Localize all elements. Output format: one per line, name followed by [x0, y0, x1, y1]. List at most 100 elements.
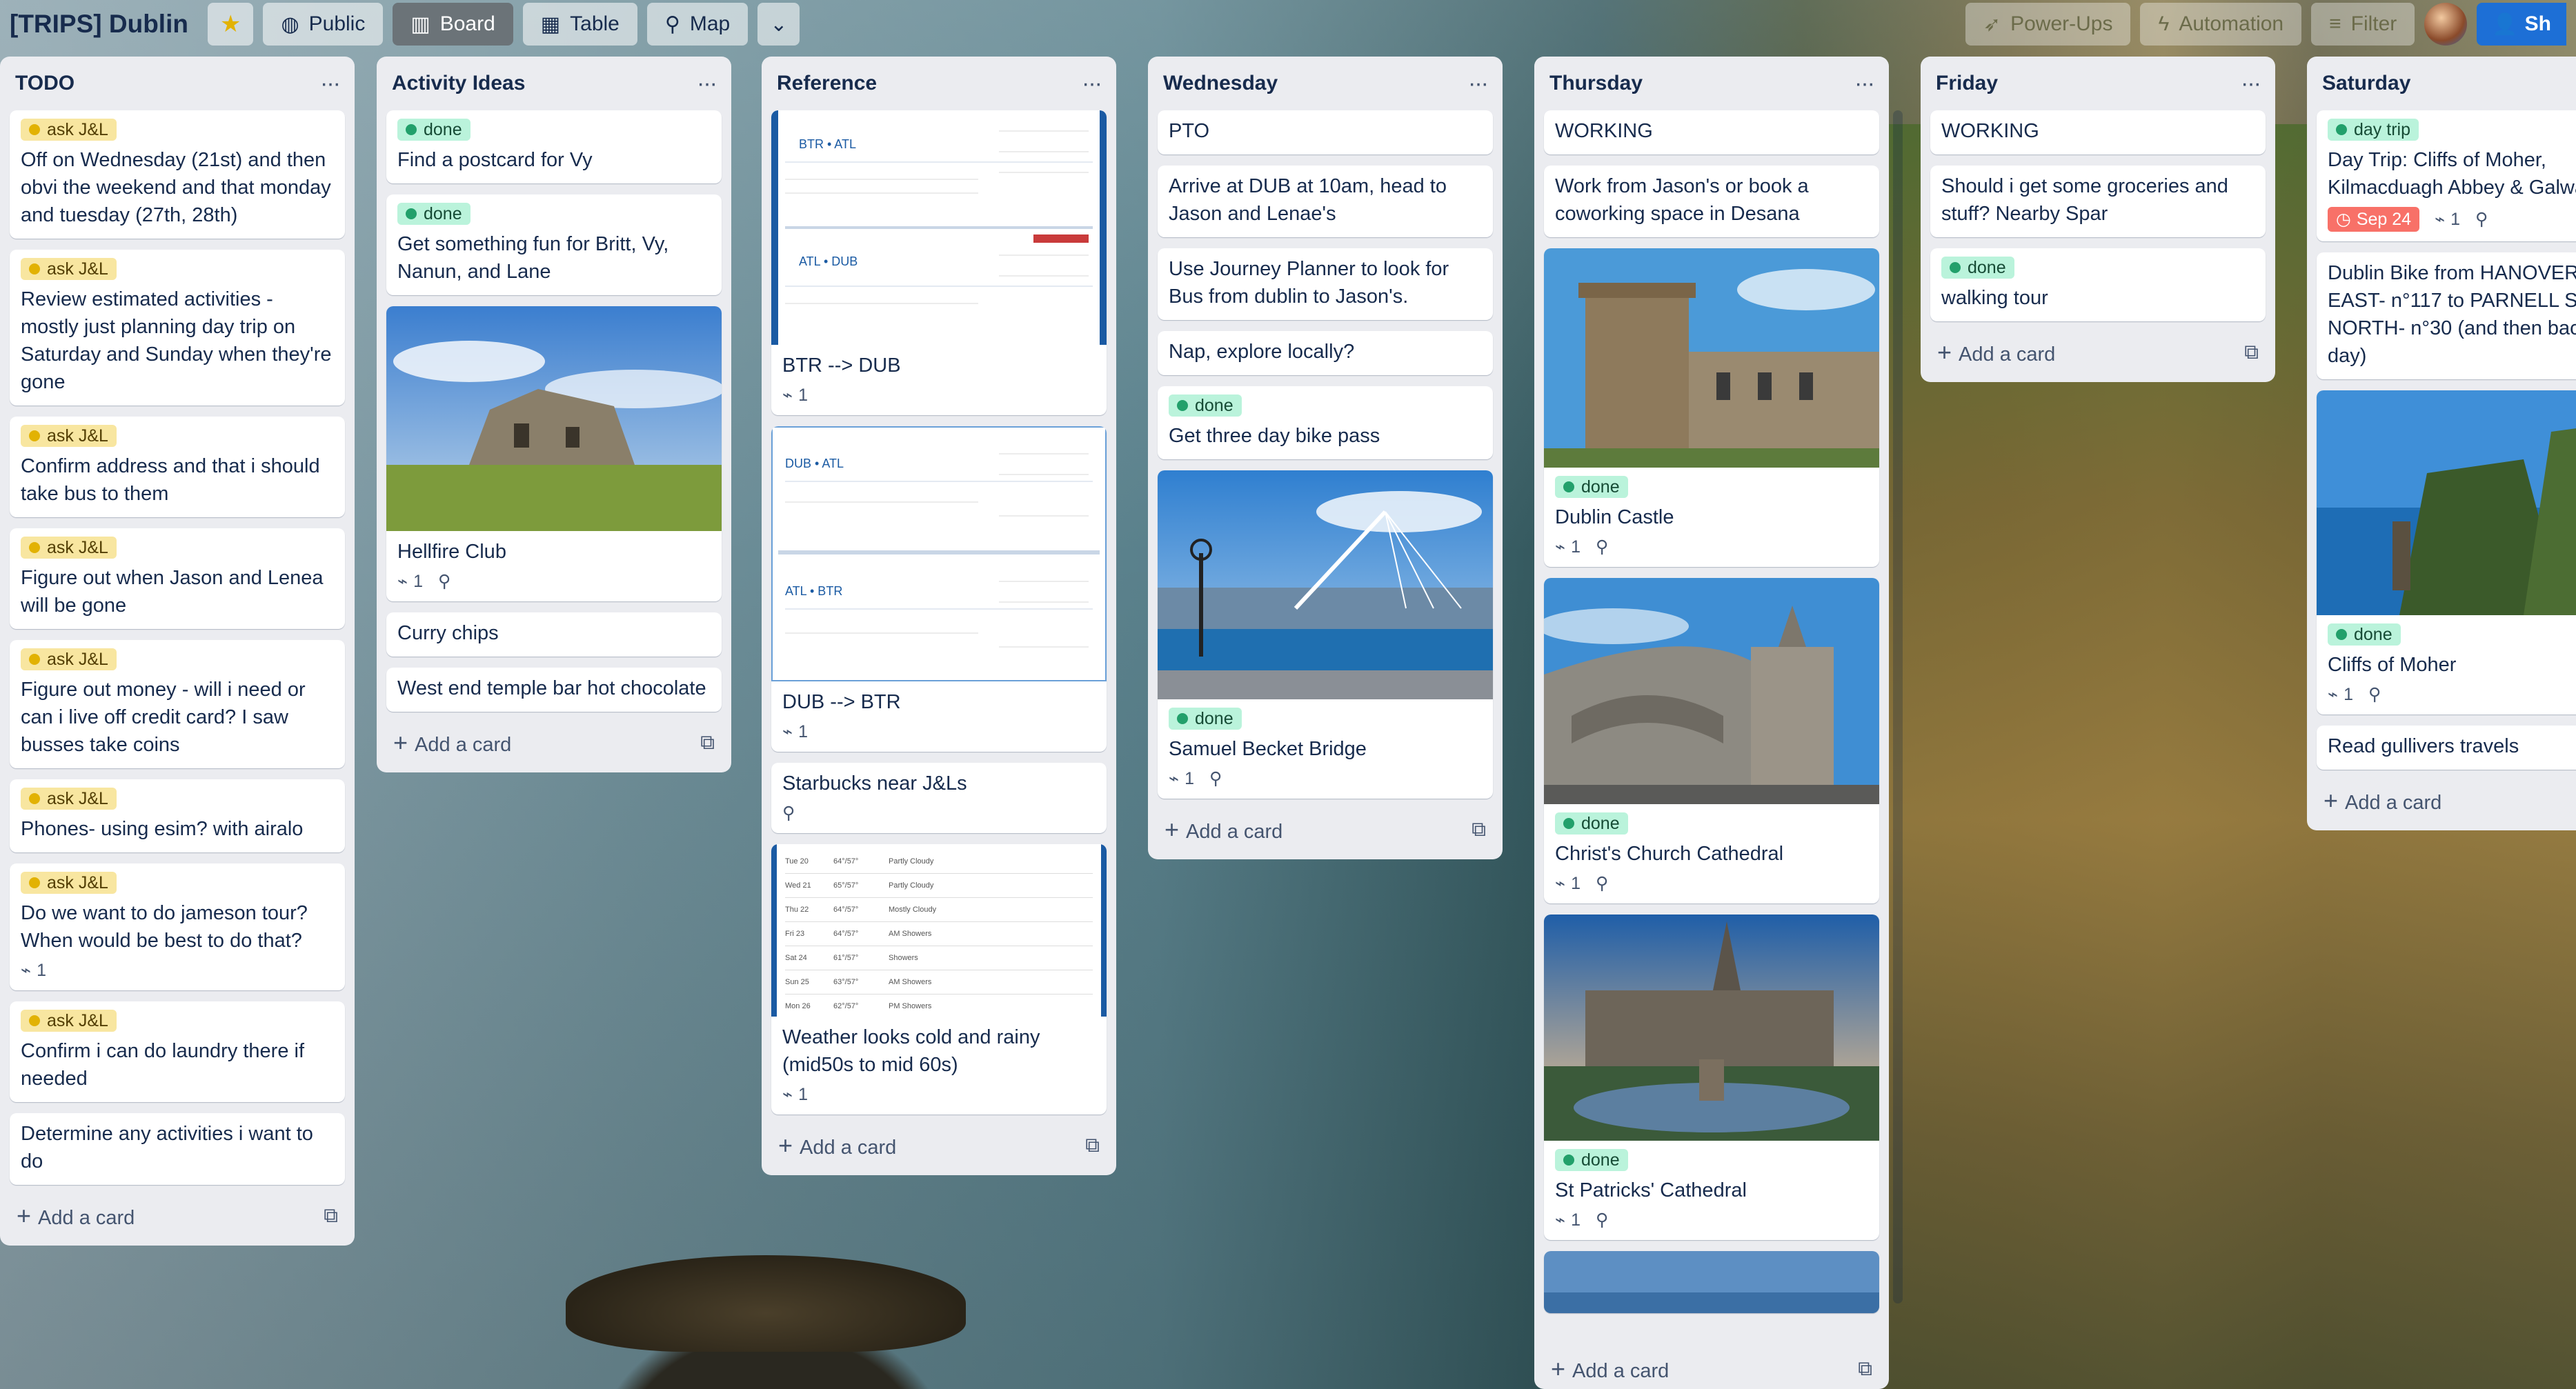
list-menu-icon[interactable]: ··· [320, 70, 341, 97]
card[interactable]: Determine any activities i want to do [10, 1113, 345, 1185]
label-badge: done [1169, 708, 1242, 730]
card[interactable]: ask J&L Figure out when Jason and Lenea … [10, 528, 345, 629]
template-icon[interactable]: ⧉ [1472, 819, 1486, 841]
card[interactable]: Work from Jason's or book a coworking sp… [1544, 166, 1879, 237]
card[interactable]: ask J&L Confirm address and that i shoul… [10, 417, 345, 517]
avatar[interactable] [2424, 3, 2468, 46]
card[interactable]: done Samuel Becket Bridge ⌁ 1 ⚲ [1158, 470, 1493, 799]
list-menu-icon[interactable]: ··· [1854, 70, 1875, 97]
card[interactable]: Read gullivers travels [2317, 726, 2576, 770]
powerups-button[interactable]: ➶ Power-Ups [1965, 3, 2131, 46]
card[interactable]: BTR • ATL ATL • DUB BTR --> DUB ⌁ 1 [771, 110, 1107, 415]
template-icon[interactable]: ⧉ [1858, 1358, 1872, 1381]
filter-button[interactable]: ≡ Filter [2311, 3, 2415, 46]
card[interactable]: Curry chips [386, 612, 722, 657]
list-title[interactable]: Saturday [2322, 72, 2410, 95]
card-cover-image [1544, 248, 1879, 468]
card[interactable]: West end temple bar hot chocolate [386, 668, 722, 712]
add-card-button[interactable]: + Add a card [2317, 781, 2576, 821]
card-cover-image [1544, 1251, 1879, 1313]
location-icon: ⚲ [2368, 685, 2381, 704]
list-menu-icon[interactable]: ··· [1082, 70, 1102, 97]
board-icon: ▥ [410, 12, 430, 36]
card[interactable]: DUB • ATL ATL • BTR DUB --> BTR ⌁ 1 [771, 426, 1107, 752]
list-title[interactable]: Wednesday [1163, 72, 1278, 95]
card[interactable]: ask J&L Do we want to do jameson tour? W… [10, 863, 345, 990]
add-card-button[interactable]: + Add a card ⧉ [10, 1196, 345, 1236]
card[interactable]: done Find a postcard for Vy [386, 110, 722, 183]
template-icon[interactable]: ⧉ [2244, 341, 2259, 364]
label-badge: ask J&L [21, 119, 117, 141]
list-title[interactable]: Activity Ideas [392, 72, 525, 95]
add-card-button[interactable]: + Add a card ⧉ [771, 1126, 1107, 1166]
template-icon[interactable]: ⧉ [324, 1205, 338, 1228]
paperclip-icon: ⌁ [21, 961, 32, 980]
attachment-badge: ⌁ 1 [782, 1084, 808, 1105]
card-title: Confirm i can do laundry there if needed [21, 1040, 305, 1090]
add-card-button[interactable]: + Add a card ⧉ [1544, 1349, 1879, 1389]
card[interactable]: WORKING [1930, 110, 2266, 154]
attachment-badge: ⌁ 1 [782, 721, 808, 742]
card[interactable]: Tue 20 64°/57° Partly Cloudy Wed 21 65°/57°… [771, 844, 1107, 1115]
card-cover-image [386, 306, 722, 531]
card[interactable]: Hellfire Club ⌁ 1 ⚲ [386, 306, 722, 601]
paperclip-icon: ⌁ [2435, 210, 2446, 229]
card-partial[interactable] [1544, 1251, 1879, 1313]
card[interactable]: Nap, explore locally? [1158, 331, 1493, 375]
card[interactable]: ask J&L Off on Wednesday (21st) and then… [10, 110, 345, 239]
card[interactable]: ask J&L Phones- using esim? with airalo [10, 779, 345, 852]
plus-icon: + [2324, 786, 2339, 815]
list-title[interactable]: Thursday [1549, 72, 1643, 95]
card[interactable]: Use Journey Planner to look for Bus from… [1158, 248, 1493, 320]
card[interactable]: ask J&L Confirm i can do laundry there i… [10, 1001, 345, 1102]
card-title: Phones- using esim? with airalo [21, 818, 304, 840]
list-title[interactable]: Reference [777, 72, 877, 95]
card-title: Dublin Bike from HANOVER EAST- n°117 to … [2328, 262, 2576, 367]
template-icon[interactable]: ⧉ [1085, 1135, 1100, 1157]
due-date-badge[interactable]: ◷ Sep 24 [2328, 207, 2420, 232]
list-menu-icon[interactable]: ··· [1468, 70, 1489, 97]
view-table-label: Table [570, 12, 620, 35]
card[interactable]: done Get something fun for Britt, Vy, Na… [386, 194, 722, 295]
card[interactable]: done Cliffs of Moher ⌁ 1 ⚲ [2317, 390, 2576, 715]
card-title: Christ's Church Cathedral [1555, 843, 1784, 865]
card-title: Curry chips [397, 622, 499, 644]
card[interactable]: done St Patricks' Cathedral ⌁ 1 ⚲ [1544, 915, 1879, 1240]
card[interactable]: done Get three day bike pass [1158, 386, 1493, 459]
add-card-button[interactable]: + Add a card ⧉ [386, 723, 722, 763]
card[interactable]: WORKING [1544, 110, 1879, 154]
share-label: Sh [2524, 12, 2551, 35]
flight-itinerary-image: BTR • ATL ATL • DUB [771, 110, 1107, 345]
list-scrollbar[interactable] [1893, 110, 1903, 1303]
card[interactable]: Dublin Bike from HANOVER EAST- n°117 to … [2317, 252, 2576, 379]
list-title[interactable]: Friday [1936, 72, 1998, 95]
view-map-button[interactable]: ⚲ Map [646, 3, 749, 46]
list-todo: TODO ··· ask J&L Off on Wednesday (21st)… [0, 57, 355, 1246]
template-icon[interactable]: ⧉ [700, 732, 715, 755]
list-menu-icon[interactable]: ··· [697, 70, 717, 97]
card[interactable]: done Dublin Castle ⌁ 1 ⚲ [1544, 248, 1879, 567]
share-button[interactable]: 👤 Sh [2477, 3, 2566, 46]
card[interactable]: PTO [1158, 110, 1493, 154]
star-button[interactable]: ★ [207, 3, 254, 46]
automation-button[interactable]: ϟ Automation [2140, 3, 2302, 46]
add-card-button[interactable]: + Add a card ⧉ [1158, 810, 1493, 850]
list-title[interactable]: TODO [15, 72, 75, 95]
star-icon: ★ [219, 11, 241, 37]
card-title: Arrive at DUB at 10am, head to Jason and… [1169, 175, 1447, 225]
list-menu-icon[interactable]: ··· [2241, 70, 2261, 97]
add-card-button[interactable]: + Add a card ⧉ [1930, 332, 2266, 372]
view-table-button[interactable]: ▦ Table [522, 3, 637, 46]
card[interactable]: Should i get some groceries and stuff? N… [1930, 166, 2266, 237]
card[interactable]: ask J&L Figure out money - will i need o… [10, 640, 345, 768]
board-title[interactable]: [TRIPS] Dublin [10, 10, 188, 39]
card[interactable]: Arrive at DUB at 10am, head to Jason and… [1158, 166, 1493, 237]
view-board-button[interactable]: ▥ Board [393, 3, 513, 46]
card[interactable]: day trip Day Trip: Cliffs of Moher, Kilm… [2317, 110, 2576, 241]
card[interactable]: ask J&L Review estimated activities - mo… [10, 250, 345, 406]
card[interactable]: done Christ's Church Cathedral ⌁ 1 ⚲ [1544, 578, 1879, 903]
card[interactable]: Starbucks near J&Ls ⚲ [771, 763, 1107, 833]
card[interactable]: done walking tour [1930, 248, 2266, 321]
visibility-button[interactable]: ◍ Public [263, 3, 384, 46]
more-views-button[interactable]: ⌄ [757, 3, 800, 46]
